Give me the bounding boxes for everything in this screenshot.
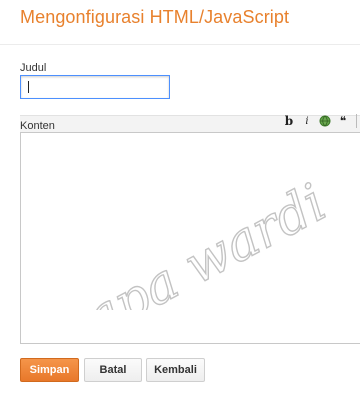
italic-button[interactable]: i [300,113,314,129]
save-button[interactable]: Simpan [20,358,79,382]
cancel-button[interactable]: Batal [84,358,142,382]
title-field-label: Judul [20,62,47,74]
content-field-label: Konten [20,120,55,132]
title-divider [0,44,360,45]
bold-button[interactable]: b [282,113,296,129]
quote-button[interactable]: ❝ [336,113,350,129]
content-textarea[interactable] [20,132,360,344]
back-button[interactable]: Kembali [146,358,205,382]
toolbar-separator [356,114,357,128]
dialog-title: Mengonfigurasi HTML/JavaScript [20,7,290,27]
text-caret [28,81,29,93]
title-input[interactable] [20,75,170,99]
editor-toolbar: b i ❝ F [282,112,360,130]
globe-link-icon[interactable] [318,113,332,129]
